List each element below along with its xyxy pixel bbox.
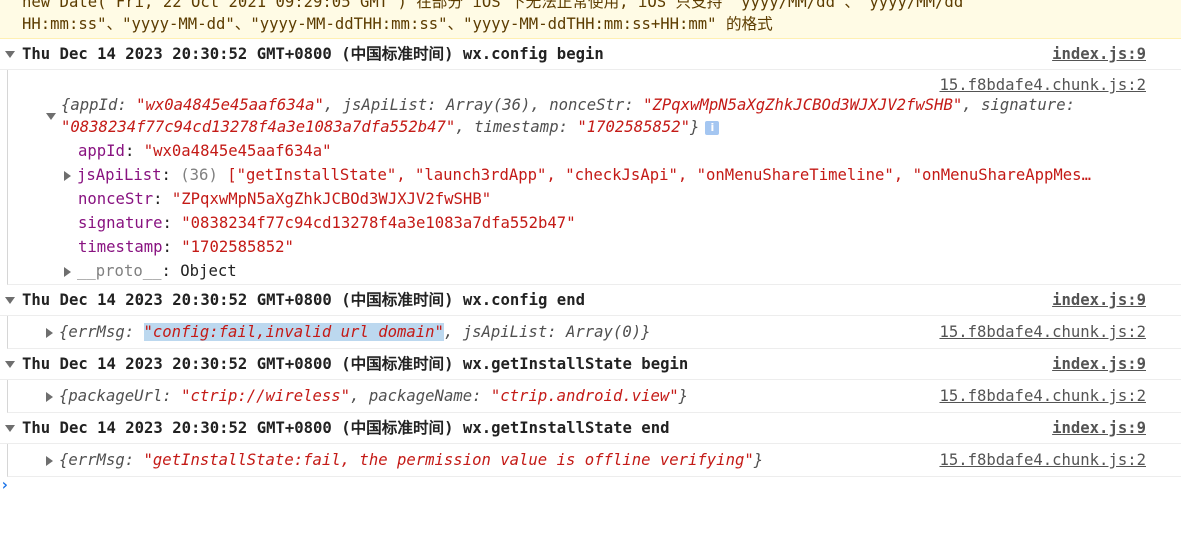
- collapse-triangle-icon[interactable]: [5, 425, 15, 432]
- expand-arrow-icon[interactable]: [46, 455, 53, 466]
- warning-line-1: new Date("Fri, 22 Oct 2021 09:29:05 GMT"…: [22, 0, 964, 11]
- prop-proto[interactable]: __proto__: Object: [64, 260, 237, 282]
- prop-appId: appId: "wx0a4845e45aaf634a": [78, 142, 332, 160]
- group-title: Thu Dec 14 2023 20:30:52 GMT+0800 (中国标准时…: [22, 355, 689, 373]
- group-title: Thu Dec 14 2023 20:30:52 GMT+0800 (中国标准时…: [22, 419, 670, 437]
- source-link[interactable]: index.js:9: [1052, 285, 1146, 315]
- prop-timestamp: timestamp: "1702585852": [78, 238, 294, 256]
- console-group-body-config-end: {errMsg: "config:fail,invalid url domain…: [7, 316, 1181, 349]
- group-title: Thu Dec 14 2023 20:30:52 GMT+0800 (中国标准时…: [22, 291, 585, 309]
- package-object-summary[interactable]: {packageUrl: "ctrip://wireless", package…: [46, 385, 688, 407]
- error-object-summary[interactable]: {errMsg: "config:fail,invalid url domain…: [46, 321, 650, 343]
- console-group-header-installstate-end[interactable]: Thu Dec 14 2023 20:30:52 GMT+0800 (中国标准时…: [0, 413, 1181, 444]
- console-group-body-installstate-end: {errMsg: "getInstallState:fail, the perm…: [7, 444, 1181, 477]
- source-link[interactable]: index.js:9: [1052, 413, 1146, 443]
- console-group-body-config-begin: 15.f8bdafe4.chunk.js:2 {appId: "wx0a4845…: [7, 70, 1181, 285]
- group-title: Thu Dec 14 2023 20:30:52 GMT+0800 (中国标准时…: [22, 45, 604, 63]
- expand-arrow-icon[interactable]: [46, 391, 53, 402]
- expand-arrow-icon[interactable]: [64, 266, 71, 277]
- selected-error-text[interactable]: "config:fail,invalid url domain": [143, 323, 444, 341]
- error-object-summary[interactable]: {errMsg: "getInstallState:fail, the perm…: [46, 449, 763, 471]
- console-prompt-icon[interactable]: ›: [0, 476, 9, 494]
- source-link[interactable]: 15.f8bdafe4.chunk.js:2: [939, 74, 1146, 96]
- prop-signature: signature: "0838234f77c94cd13278f4a3e108…: [78, 214, 576, 232]
- source-link[interactable]: 15.f8bdafe4.chunk.js:2: [939, 449, 1146, 471]
- expand-arrow-icon[interactable]: [46, 327, 53, 338]
- collapse-triangle-icon[interactable]: [5, 361, 15, 368]
- collapse-triangle-icon[interactable]: [5, 51, 15, 58]
- console-group-header-installstate-begin[interactable]: Thu Dec 14 2023 20:30:52 GMT+0800 (中国标准时…: [0, 349, 1181, 380]
- source-link[interactable]: index.js:9: [1052, 349, 1146, 379]
- console-group-body-installstate-begin: {packageUrl: "ctrip://wireless", package…: [7, 380, 1181, 413]
- source-link[interactable]: index.js:9: [1052, 39, 1146, 69]
- expand-triangle-icon[interactable]: [46, 113, 56, 120]
- console-group-header-config-end[interactable]: Thu Dec 14 2023 20:30:52 GMT+0800 (中国标准时…: [0, 285, 1181, 316]
- warning-line-2: HH:mm:ss"、"yyyy-MM-dd"、"yyyy-MM-ddTHH:mm…: [22, 15, 773, 33]
- prop-nonceStr: nonceStr: "ZPqxwMpN5aXgZhkJCBOd3WJXJV2fw…: [78, 190, 492, 208]
- info-icon[interactable]: i: [705, 121, 720, 135]
- console-warning-message: new Date("Fri, 22 Oct 2021 09:29:05 GMT"…: [0, 0, 1181, 39]
- expand-arrow-icon[interactable]: [64, 170, 71, 181]
- collapse-triangle-icon[interactable]: [5, 297, 15, 304]
- source-link[interactable]: 15.f8bdafe4.chunk.js:2: [939, 385, 1146, 407]
- object-summary-line-1[interactable]: {appId: "wx0a4845e45aaf634a", jsApiList:…: [61, 94, 1075, 116]
- object-summary-line-2[interactable]: "0838234f77c94cd13278f4a3e1083a7dfa552b4…: [61, 116, 720, 138]
- prop-jsApiList[interactable]: jsApiList: (36) ["getInstallState", "lau…: [64, 164, 1091, 186]
- source-link[interactable]: 15.f8bdafe4.chunk.js:2: [939, 321, 1146, 343]
- console-group-header-config-begin[interactable]: Thu Dec 14 2023 20:30:52 GMT+0800 (中国标准时…: [0, 39, 1181, 70]
